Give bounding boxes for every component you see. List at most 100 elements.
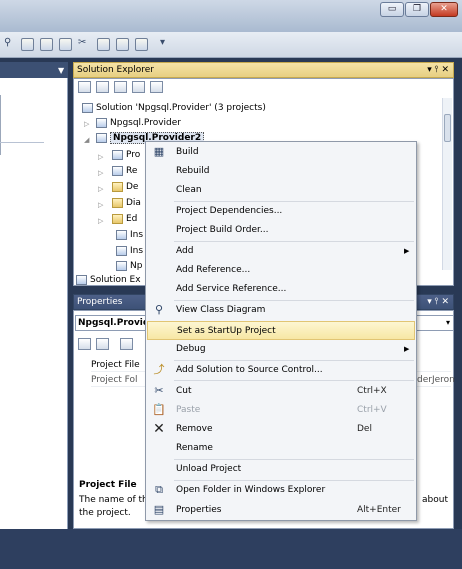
- menu-clean[interactable]: Clean: [147, 181, 415, 200]
- menu-rename[interactable]: Rename: [147, 439, 415, 458]
- solution-explorer-pin-icons[interactable]: ▾ ⫯ ✕: [427, 63, 449, 77]
- expander-folder-ed[interactable]: ▷: [98, 217, 103, 225]
- menu-view-class-diagram[interactable]: ⚲ View Class Diagram: [147, 301, 415, 320]
- menu-debug[interactable]: Debug ▶: [147, 340, 415, 359]
- refresh-icon[interactable]: [114, 81, 127, 93]
- project-icon[interactable]: [116, 38, 129, 51]
- expander-npgsql-provider[interactable]: ▷: [84, 120, 89, 128]
- properties-description-line2: the project.: [79, 508, 131, 518]
- chevron-down-icon: ▾: [445, 318, 450, 327]
- solution-icon: [82, 102, 93, 113]
- categorized-icon[interactable]: [78, 338, 91, 350]
- folder-icon: [112, 181, 123, 192]
- document-editor[interactable]: [0, 78, 68, 529]
- class-diagram-icon[interactable]: [150, 81, 163, 93]
- tree-row-folder-dia[interactable]: Dia: [112, 196, 141, 210]
- property-pages-icon[interactable]: [120, 338, 133, 350]
- property-value-project-folder: derJeron: [417, 375, 455, 385]
- open-folder-icon: ⧉: [155, 483, 163, 496]
- menu-build[interactable]: ▦ Build: [147, 143, 415, 162]
- properties-description-line1: The name of th: [79, 495, 148, 505]
- properties-icon: ▤: [153, 503, 165, 516]
- menu-add-service-reference[interactable]: Add Service Reference...: [147, 280, 415, 299]
- context-menu: ▦ Build Rebuild Clean Project Dependenci…: [145, 141, 417, 521]
- window-titlebar: ▭ ❐ ✕: [0, 0, 462, 32]
- status-bar: [0, 529, 462, 569]
- maximize-button[interactable]: ❐: [405, 2, 429, 17]
- menu-add-source-control[interactable]: ⤴ Add Solution to Source Control...: [147, 361, 415, 380]
- file-icon: [116, 229, 127, 240]
- solution-explorer-icon: [76, 274, 87, 285]
- view-code-icon[interactable]: [132, 81, 145, 93]
- close-button[interactable]: ✕: [430, 2, 458, 17]
- folder-icon: [112, 197, 123, 208]
- expander-npgsql-provider2[interactable]: ◢: [84, 136, 89, 144]
- menu-set-startup-project[interactable]: Set as StartUp Project: [147, 321, 415, 340]
- tree-row-folder-de[interactable]: De: [112, 180, 138, 194]
- dropdown-icon[interactable]: [135, 38, 148, 51]
- attach-icon[interactable]: ⚲: [4, 37, 11, 48]
- menu-open-folder[interactable]: ⧉ Open Folder in Windows Explorer: [147, 481, 415, 500]
- cut-icon: ✂: [154, 384, 164, 397]
- tree-row-solution[interactable]: Solution 'Npgsql.Provider' (3 projects): [82, 101, 266, 115]
- menu-add-reference[interactable]: Add Reference...: [147, 261, 415, 280]
- build-icon: ▦: [153, 145, 165, 158]
- paste-icon: 📋: [152, 403, 166, 416]
- folder-icon: [112, 213, 123, 224]
- document-divider: [0, 142, 44, 143]
- tree-row-file-np[interactable]: Np: [116, 259, 142, 273]
- solution-explorer-scrollbar[interactable]: [442, 98, 452, 270]
- file-icon: [116, 260, 127, 271]
- toolbar-overflow[interactable]: ▾: [160, 37, 165, 48]
- solution-explorer-scroll-thumb[interactable]: [444, 114, 451, 142]
- properties-icon: [112, 149, 123, 160]
- tree-row-npgsql-provider[interactable]: Npgsql.Provider: [96, 116, 181, 130]
- properties-tool-icon[interactable]: [78, 81, 91, 93]
- properties-pin-icons[interactable]: ▾ ⫯ ✕: [427, 295, 449, 309]
- menu-unload-project[interactable]: Unload Project: [147, 460, 415, 479]
- tool-icon[interactable]: ✂: [78, 37, 86, 48]
- expander-references[interactable]: ▷: [98, 169, 103, 177]
- source-control-icon: ⤴: [153, 363, 165, 376]
- tree-row-folder-ed[interactable]: Ed: [112, 212, 137, 226]
- expander-folder-de[interactable]: ▷: [98, 185, 103, 193]
- menu-separator: [174, 380, 414, 381]
- file-icon: [116, 245, 127, 256]
- minimize-button[interactable]: ▭: [380, 2, 404, 17]
- solution-explorer-title: Solution Explorer: [77, 65, 154, 75]
- submenu-arrow-icon: ▶: [404, 247, 410, 255]
- tree-row-properties[interactable]: Pro: [112, 148, 140, 162]
- submenu-arrow-icon: ▶: [404, 345, 410, 353]
- show-all-files-icon[interactable]: [96, 81, 109, 93]
- csharp-project-icon: [96, 132, 107, 143]
- expander-folder-dia[interactable]: ▷: [98, 201, 103, 209]
- window-icon[interactable]: [40, 38, 53, 51]
- toolbar: ⚲ ✂ ▾: [0, 32, 462, 58]
- tree-row-file-ins-1[interactable]: Ins: [116, 228, 143, 242]
- menu-properties[interactable]: ▤ Properties Alt+Enter: [147, 501, 415, 520]
- tree-row-file-ins-2[interactable]: Ins: [116, 244, 143, 258]
- menu-paste[interactable]: 📋 Paste Ctrl+V: [147, 401, 415, 420]
- properties-description-title: Project File: [79, 480, 137, 490]
- menu-remove[interactable]: ✕ Remove Del: [147, 420, 415, 439]
- references-icon: [112, 165, 123, 176]
- menu-rebuild[interactable]: Rebuild: [147, 162, 415, 181]
- properties-title: Properties: [77, 297, 123, 307]
- expander-properties[interactable]: ▷: [98, 153, 103, 161]
- solution-explorer-header: Solution Explorer ▾ ⫯ ✕: [73, 62, 454, 78]
- menu-cut[interactable]: ✂ Cut Ctrl+X: [147, 382, 415, 401]
- class-diagram-icon: ⚲: [154, 303, 164, 316]
- layout-icon[interactable]: [59, 38, 72, 51]
- document-dropdown-arrow[interactable]: ▼: [58, 66, 64, 75]
- settings-icon[interactable]: [21, 38, 34, 51]
- csharp-project-icon: [96, 117, 107, 128]
- menu-project-dependencies[interactable]: Project Dependencies...: [147, 202, 415, 221]
- solution-explorer-bottom-tab[interactable]: Solution Ex: [76, 273, 141, 287]
- document-border: [0, 95, 1, 155]
- menu-project-build-order[interactable]: Project Build Order...: [147, 221, 415, 240]
- solution-icon[interactable]: [97, 38, 110, 51]
- alphabetical-icon[interactable]: [96, 338, 109, 350]
- remove-icon: ✕: [153, 421, 165, 437]
- menu-add[interactable]: Add ▶: [147, 242, 415, 261]
- tree-row-references[interactable]: Re: [112, 164, 137, 178]
